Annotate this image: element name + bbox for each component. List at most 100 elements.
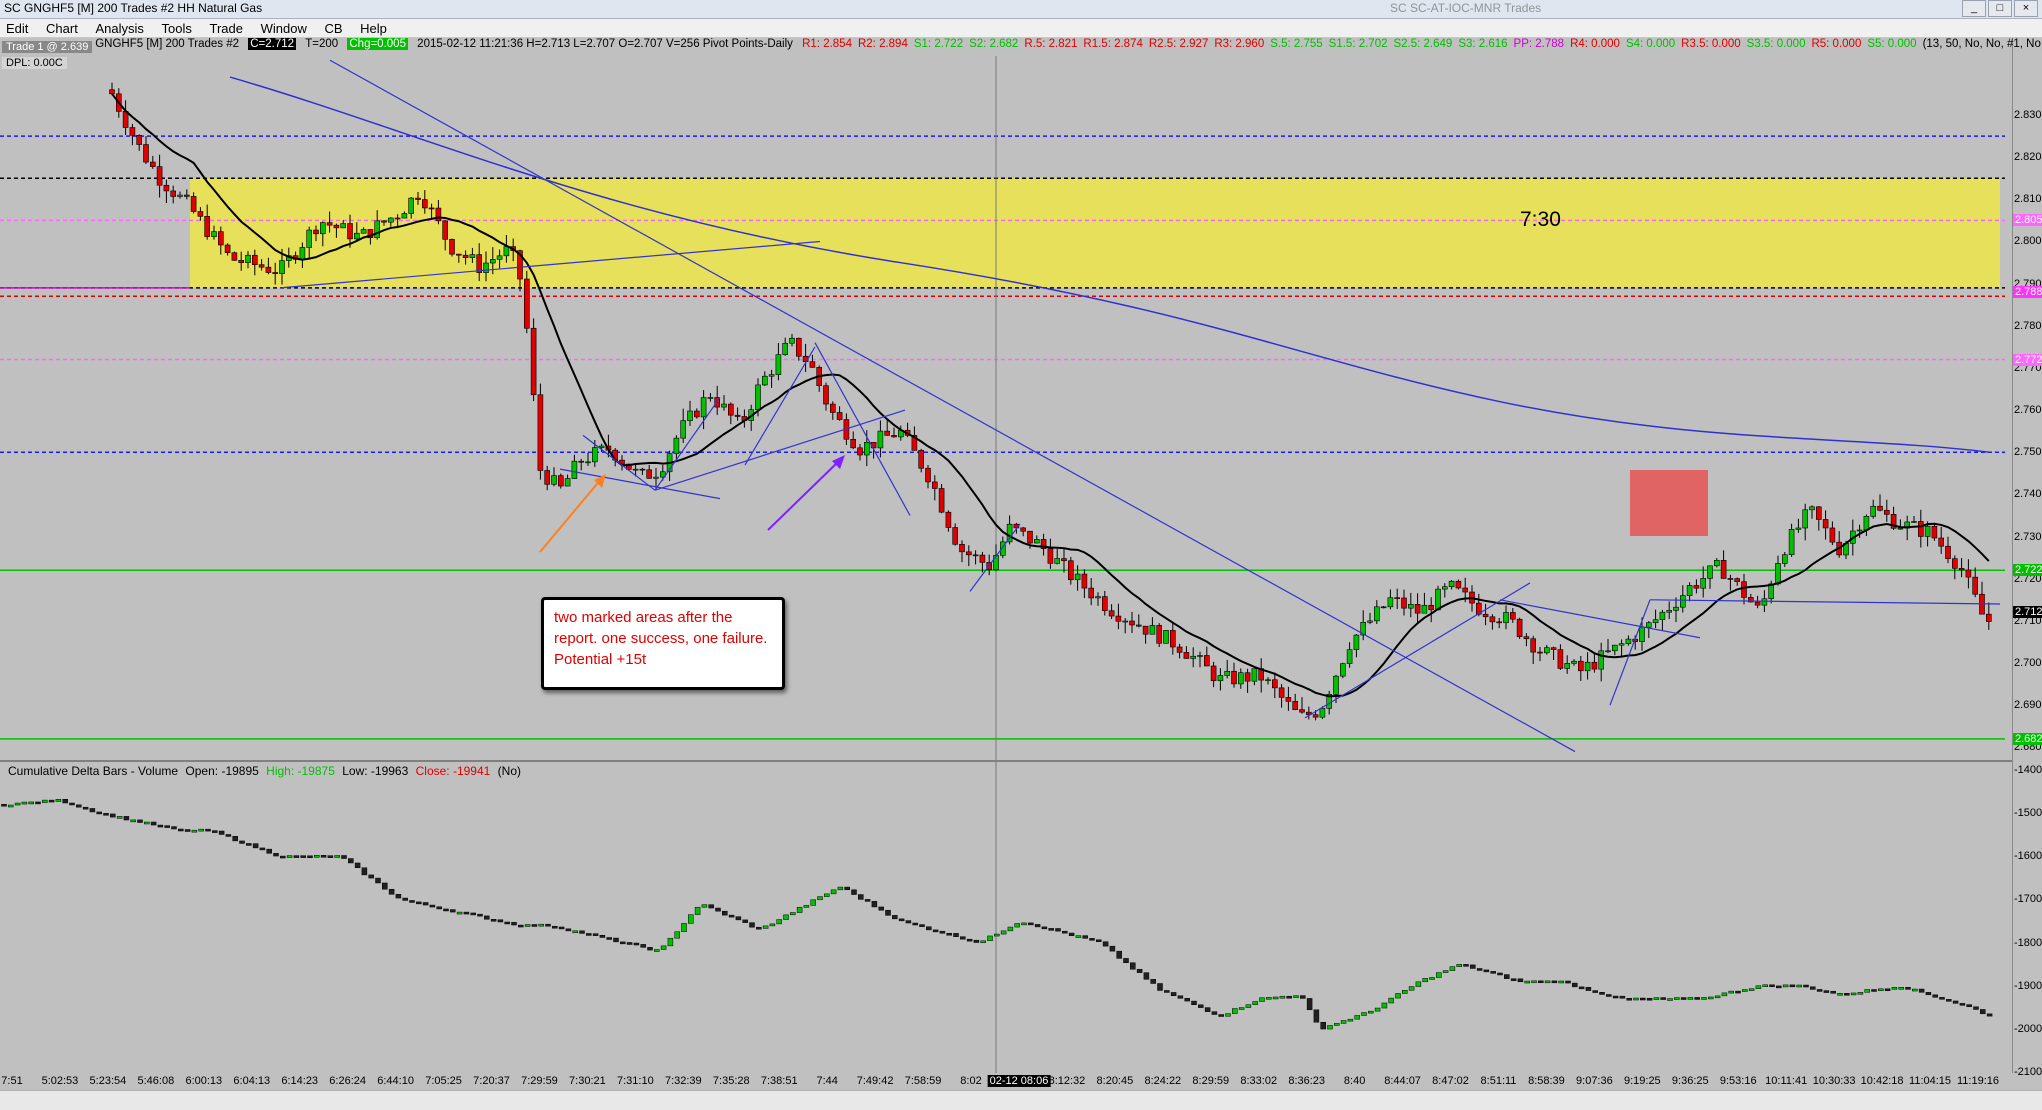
pivot-value: S5: 0.000: [1867, 38, 1917, 50]
delta-bar: [1150, 979, 1156, 984]
candle-body: [1136, 624, 1142, 627]
candle-body: [585, 461, 591, 464]
delta-bar: [1272, 996, 1279, 1000]
candle-body: [1231, 670, 1237, 685]
delta-bar: [824, 893, 830, 897]
delta-bar: [1517, 978, 1524, 983]
delta-bar: [1667, 998, 1673, 1001]
delta-bar: [524, 924, 531, 927]
delta-bar: [300, 855, 306, 858]
delta-bar: [1510, 978, 1517, 981]
candle-body: [857, 447, 863, 456]
candle-body: [1272, 679, 1278, 689]
candle-body: [428, 207, 435, 210]
delta-bar: [1606, 994, 1612, 997]
candle-body: [1802, 509, 1808, 529]
candle-body: [360, 229, 367, 234]
time-tick-label: 7:29:59: [521, 1075, 558, 1087]
candle-body: [1088, 587, 1094, 599]
delta-bar: [1334, 1023, 1340, 1026]
candle-body: [394, 217, 401, 220]
delta-bar: [1782, 984, 1789, 988]
delta-bar: [28, 801, 34, 805]
delta-bar: [266, 848, 272, 854]
candle-body: [1965, 569, 1972, 578]
delta-bar: [178, 828, 184, 832]
delta-bar: [35, 801, 41, 805]
time-tick-label: 6:00:13: [185, 1075, 223, 1087]
delta-bar: [1898, 987, 1904, 990]
time-tick-label: 9:53:16: [1719, 1075, 1757, 1087]
candle-body: [421, 199, 428, 209]
delta-bar: [701, 904, 708, 908]
pivot-value: PP: 2.788: [1513, 38, 1565, 50]
candle-body: [1170, 630, 1176, 648]
delta-bar: [1436, 972, 1442, 978]
time-tick-label: 7:38:51: [760, 1075, 798, 1087]
delta-bar: [1789, 984, 1796, 988]
candle-body: [1734, 578, 1740, 583]
candle-body: [544, 470, 551, 485]
delta-bar: [1796, 984, 1802, 988]
delta-bar: [1320, 1021, 1326, 1030]
delta-bar: [477, 913, 483, 917]
delta-bar: [76, 804, 82, 808]
delta-bar: [1028, 922, 1034, 926]
delta-bar: [1884, 988, 1891, 992]
delta-bar: [613, 937, 619, 943]
delta-bar: [1225, 1013, 1231, 1017]
candle-body: [591, 447, 598, 463]
candle-body: [1863, 516, 1870, 531]
delta-bar: [1504, 974, 1510, 979]
delta-bar: [558, 926, 565, 930]
candle-body: [1618, 643, 1625, 646]
subchart-header: Cumulative Delta Bars - Volume Open: -19…: [8, 764, 525, 778]
price-tick-label: 2.780: [2014, 319, 2042, 332]
price-chart[interactable]: [0, 0, 2042, 1109]
delta-bar: [1973, 1006, 1979, 1010]
pane-divider[interactable]: [0, 760, 2012, 762]
delta-bar: [1449, 966, 1456, 971]
delta-bar: [885, 909, 891, 916]
candle-body: [693, 410, 700, 418]
delta-bar: [198, 828, 204, 832]
delta-bar: [851, 889, 857, 895]
delta-bar: [1157, 983, 1163, 991]
red-marker-box: [1630, 470, 1708, 536]
candle-body: [1972, 576, 1978, 595]
delta-bar: [1653, 997, 1660, 1000]
delta-bar: [1857, 992, 1864, 995]
delta-bar: [1238, 1007, 1245, 1010]
delta-bar: [1306, 998, 1313, 1011]
candle-body: [190, 196, 197, 212]
candle-body: [850, 438, 857, 449]
candle-body: [1210, 665, 1217, 682]
price-tick-label: 2.830: [2014, 109, 2042, 122]
candle-body: [1204, 655, 1210, 667]
delta-bar: [1368, 1010, 1374, 1014]
delta-bar: [1905, 987, 1911, 990]
annotation-note[interactable]: two marked areas after the report. one s…: [541, 597, 785, 690]
candle-body: [836, 412, 843, 420]
delta-bar: [130, 819, 136, 823]
delta-bar: [1130, 962, 1136, 970]
delta-bar: [1442, 970, 1449, 973]
candle-body: [1190, 655, 1196, 659]
delta-bar: [368, 874, 374, 879]
candle-body: [1462, 587, 1468, 593]
delta-bar: [1952, 1000, 1959, 1004]
candle-body: [1578, 660, 1584, 672]
delta-bar: [212, 830, 218, 833]
delta-bar: [626, 942, 633, 945]
candle-body: [734, 414, 741, 417]
delta-bar: [1286, 995, 1292, 999]
delta-bar: [708, 904, 714, 909]
delta-bar: [1048, 928, 1054, 931]
close-tag: C=2.712: [248, 38, 297, 50]
time-tick-label: 5:46:08: [137, 1075, 175, 1087]
time-tick-label: 8:02: [960, 1075, 982, 1087]
candle-body: [1081, 573, 1088, 589]
candle-body: [170, 190, 176, 197]
delta-bar: [1055, 928, 1061, 932]
candle-body: [1544, 647, 1550, 654]
